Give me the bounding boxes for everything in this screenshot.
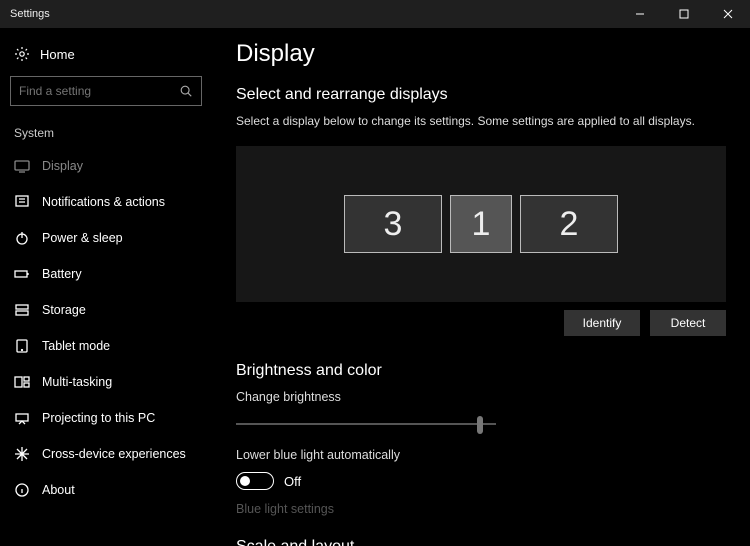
scale-heading: Scale and layout xyxy=(236,538,726,546)
sidebar-item-tablet-mode[interactable]: Tablet mode xyxy=(0,328,212,364)
minimize-button[interactable] xyxy=(618,0,662,28)
slider-thumb[interactable] xyxy=(477,416,483,434)
arrange-heading: Select and rearrange displays xyxy=(236,86,726,104)
title-bar: Settings xyxy=(0,0,750,28)
bluelight-toggle[interactable] xyxy=(236,472,274,490)
projecting-icon xyxy=(14,410,30,426)
section-label: System xyxy=(0,120,212,148)
brightness-heading: Brightness and color xyxy=(236,362,726,380)
sidebar-item-label: Notifications & actions xyxy=(42,195,165,209)
bluelight-state: Off xyxy=(284,474,301,489)
power-icon xyxy=(14,230,30,246)
tablet-icon xyxy=(14,338,30,354)
sidebar: Home System Display Notifications & actio… xyxy=(0,28,212,546)
search-field[interactable] xyxy=(19,84,179,98)
maximize-icon xyxy=(679,9,689,19)
sidebar-item-notifications-actions[interactable]: Notifications & actions xyxy=(0,184,212,220)
sidebar-item-label: Cross-device experiences xyxy=(42,447,186,461)
sidebar-item-label: Projecting to this PC xyxy=(42,411,155,425)
sidebar-item-battery[interactable]: Battery xyxy=(0,256,212,292)
sidebar-item-label: Battery xyxy=(42,267,82,281)
sidebar-item-label: Storage xyxy=(42,303,86,317)
brightness-slider[interactable] xyxy=(236,414,496,434)
page-title: Display xyxy=(236,40,726,68)
gear-icon xyxy=(14,46,30,62)
sidebar-item-label: Tablet mode xyxy=(42,339,110,353)
bluelight-label: Lower blue light automatically xyxy=(236,448,726,462)
minimize-icon xyxy=(635,9,645,19)
sidebar-item-about[interactable]: About xyxy=(0,472,212,508)
sidebar-item-display[interactable]: Display xyxy=(0,148,212,184)
monitor-3[interactable]: 3 xyxy=(344,195,442,253)
sidebar-item-label: Display xyxy=(42,159,83,173)
sidebar-item-power-sleep[interactable]: Power & sleep xyxy=(0,220,212,256)
multitask-icon xyxy=(14,374,30,390)
sidebar-item-multi-tasking[interactable]: Multi-tasking xyxy=(0,364,212,400)
toggle-knob xyxy=(240,476,250,486)
maximize-button[interactable] xyxy=(662,0,706,28)
battery-icon xyxy=(14,266,30,282)
search-icon xyxy=(179,84,193,98)
arrange-description: Select a display below to change its set… xyxy=(236,114,726,128)
storage-icon xyxy=(14,302,30,318)
sidebar-item-projecting-to-this-pc[interactable]: Projecting to this PC xyxy=(0,400,212,436)
notifications-icon xyxy=(14,194,30,210)
about-icon xyxy=(14,482,30,498)
nav-list: Display Notifications & actions Power & sl… xyxy=(0,148,212,508)
close-button[interactable] xyxy=(706,0,750,28)
crossdevice-icon xyxy=(14,446,30,462)
sidebar-item-label: Multi-tasking xyxy=(42,375,112,389)
sidebar-item-storage[interactable]: Storage xyxy=(0,292,212,328)
home-button[interactable]: Home xyxy=(0,40,212,72)
identify-button[interactable]: Identify xyxy=(564,310,640,336)
bluelight-settings-link: Blue light settings xyxy=(236,502,726,516)
content: Display Select and rearrange displays Se… xyxy=(212,28,750,546)
slider-track xyxy=(236,423,496,425)
sidebar-item-label: Power & sleep xyxy=(42,231,123,245)
sidebar-item-cross-device-experiences[interactable]: Cross-device experiences xyxy=(0,436,212,472)
display-arrangement[interactable]: 312 xyxy=(236,146,726,302)
monitor-2[interactable]: 2 xyxy=(520,195,618,253)
search-input[interactable] xyxy=(10,76,202,106)
window-title: Settings xyxy=(10,8,50,20)
detect-button[interactable]: Detect xyxy=(650,310,726,336)
brightness-label: Change brightness xyxy=(236,390,726,404)
close-icon xyxy=(723,9,733,19)
display-icon xyxy=(14,158,30,174)
home-label: Home xyxy=(40,47,75,62)
monitor-1[interactable]: 1 xyxy=(450,195,512,253)
sidebar-item-label: About xyxy=(42,483,75,497)
